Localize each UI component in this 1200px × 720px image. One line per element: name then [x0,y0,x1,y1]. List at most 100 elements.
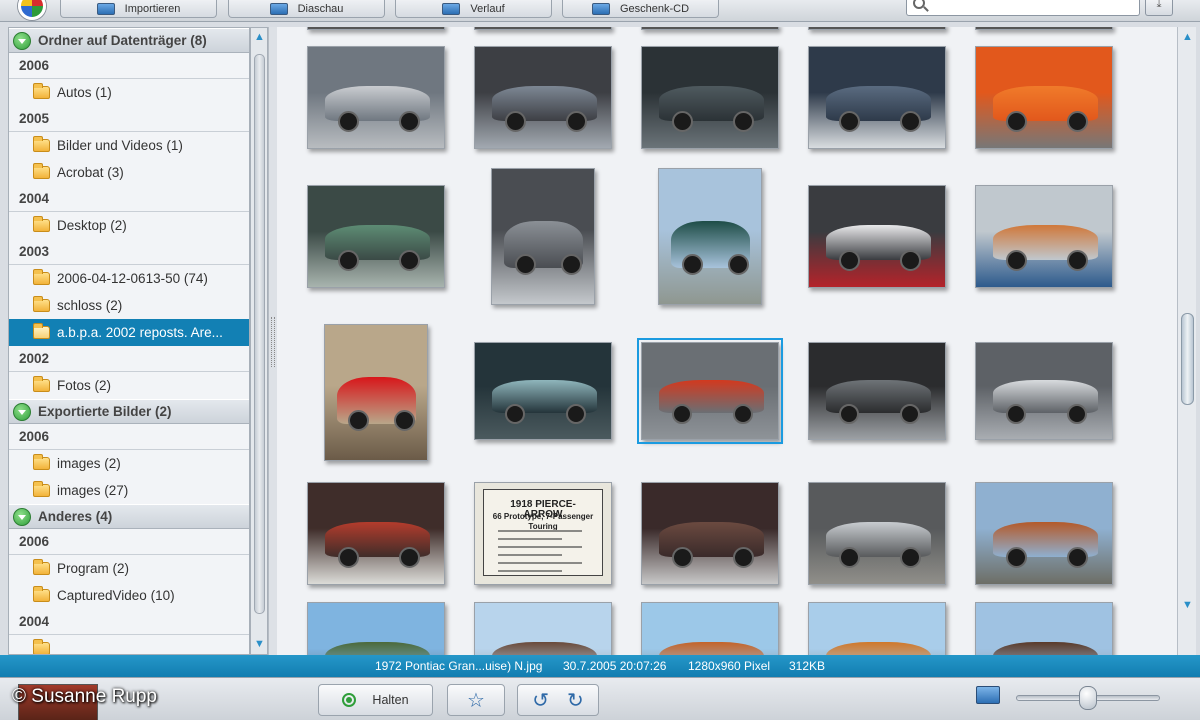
folder-label: images (2) [57,456,121,471]
photo-thumbnail[interactable] [307,482,445,585]
photo-thumbnail[interactable] [641,482,779,585]
photo-thumbnail[interactable] [641,602,779,655]
search-input[interactable] [906,0,1140,16]
rotate-right-icon[interactable]: ↻ [567,688,584,713]
sidebar-folder-item[interactable]: 2006-04-12-0613-50 (74) [9,265,249,292]
sidebar-folder-item[interactable] [9,635,249,654]
photo-thumbnail[interactable] [808,185,946,288]
sidebar-folder-item[interactable]: Acrobat (3) [9,159,249,186]
sidebar-scrollbar[interactable]: ▲ ▼ [250,27,268,655]
sidebar-folder-item[interactable]: Fotos (2) [9,372,249,399]
hold-button[interactable]: Halten [318,684,433,716]
scroll-up-icon[interactable]: ▲ [253,31,266,44]
car-shape [492,642,597,655]
import-button[interactable]: Importieren [60,0,217,18]
sidebar-folder-item[interactable]: images (27) [9,477,249,504]
photo-thumbnail[interactable] [975,46,1113,149]
sidebar-scroll-thumb[interactable] [254,54,265,614]
rotate-buttons[interactable]: ↺ ↻ [517,684,599,716]
search-options-button[interactable]: ⤓ [1145,0,1173,16]
scroll-up-icon[interactable]: ▲ [1181,31,1194,44]
gift-cd-icon [591,2,610,15]
splitter-grip[interactable] [271,317,275,367]
photo-thumbnail[interactable] [474,27,612,30]
collapse-toggle-icon[interactable] [13,402,31,421]
collapse-toggle-icon[interactable] [13,507,31,526]
photo-thumbnail[interactable] [474,46,612,149]
photo-thumbnail[interactable] [975,602,1113,655]
pane-splitter[interactable] [268,27,277,655]
car-shape [659,642,764,655]
photo-thumbnail[interactable] [658,168,762,305]
scroll-down-icon[interactable]: ▼ [1181,599,1194,612]
status-dimensions: 1280x960 Pixel [688,659,771,673]
photo-thumbnail[interactable] [975,342,1113,440]
timeline-button-label: Verlauf [470,2,505,15]
wheel-shape [672,547,693,568]
group-header[interactable]: Ordner auf Datenträger (8) [9,28,249,53]
grid-scroll-thumb[interactable] [1181,313,1194,405]
year-label: 2006 [9,53,249,79]
timeline-button[interactable]: Verlauf [395,0,552,18]
slideshow-button[interactable]: Diaschau [228,0,385,18]
photo-thumbnail[interactable] [641,46,779,149]
sidebar-folder-item[interactable]: Desktop (2) [9,212,249,239]
folder-icon [33,639,50,654]
photo-thumbnail[interactable] [808,342,946,440]
photo-thumbnail[interactable] [808,27,946,30]
sign-text-line [498,538,562,540]
photo-thumbnail[interactable] [808,482,946,585]
photo-thumbnail[interactable] [474,342,612,440]
folder-icon [33,83,50,99]
photo-thumbnail[interactable] [641,27,779,30]
folder-label: images (27) [57,483,129,498]
year-label: 2006 [9,529,249,555]
photo-thumbnail[interactable] [975,185,1113,288]
photo-thumbnail[interactable] [637,338,783,444]
photo-thumbnail[interactable] [307,27,445,30]
zoom-slider-knob[interactable] [1079,686,1097,710]
gift-cd-button[interactable]: Geschenk-CD [562,0,719,18]
photo-thumbnail[interactable] [307,185,445,288]
folder-label: Acrobat (3) [57,165,124,180]
sidebar-folder-item[interactable]: Autos (1) [9,79,249,106]
sidebar-folder-item[interactable]: a.b.p.a. 2002 reposts. Are... [9,319,249,346]
wheel-shape [1067,404,1087,424]
sidebar-folder-item[interactable]: schloss (2) [9,292,249,319]
grid-scrollbar[interactable]: ▲ ▼ [1177,27,1196,655]
status-filename: 1972 Pontiac Gran...uise) N.jpg [375,659,543,673]
collapse-toggle-icon[interactable] [13,31,31,50]
group-header[interactable]: Exportierte Bilder (2) [9,399,249,424]
folder-icon [33,376,50,392]
photo-thumbnail[interactable]: 1918 PIERCE-ARROW 66 Prototype, 7-Passeng… [474,482,612,585]
wheel-shape [728,254,749,275]
photo-thumbnail[interactable] [808,46,946,149]
sign-subtitle: 66 Prototype, 7-Passenger Touring [492,512,594,531]
scroll-down-icon[interactable]: ▼ [253,638,266,651]
rotate-left-icon[interactable]: ↺ [532,688,549,713]
photo-thumbnail[interactable] [474,602,612,655]
photo-thumbnail[interactable] [307,602,445,655]
wheel-shape [1067,547,1088,568]
photo-thumbnail[interactable] [491,168,595,305]
sidebar-folder-item[interactable]: Program (2) [9,555,249,582]
wheel-shape [900,111,921,132]
thumbnail-grid: 1918 PIERCE-ARROW 66 Prototype, 7-Passeng… [277,27,1177,655]
star-button[interactable]: ☆ [447,684,505,716]
wheel-shape [1006,111,1027,132]
import-button-label: Importieren [124,2,181,15]
sign-text-line [498,554,562,556]
sidebar-folder-item[interactable]: Bilder und Videos (1) [9,132,249,159]
photo-thumbnail[interactable] [808,602,946,655]
photo-thumbnail[interactable] [307,46,445,149]
photo-thumbnail[interactable] [975,482,1113,585]
photo-thumbnail[interactable] [324,324,428,461]
sidebar-folder-item[interactable]: images (2) [9,450,249,477]
folder-icon [33,163,50,179]
photo-thumbnail[interactable] [975,27,1113,30]
group-header[interactable]: Anderes (4) [9,504,249,529]
year-label: 2004 [9,609,249,635]
wheel-shape [839,547,860,568]
group-title: Anderes (4) [38,509,113,524]
sidebar-folder-item[interactable]: CapturedVideo (10) [9,582,249,609]
